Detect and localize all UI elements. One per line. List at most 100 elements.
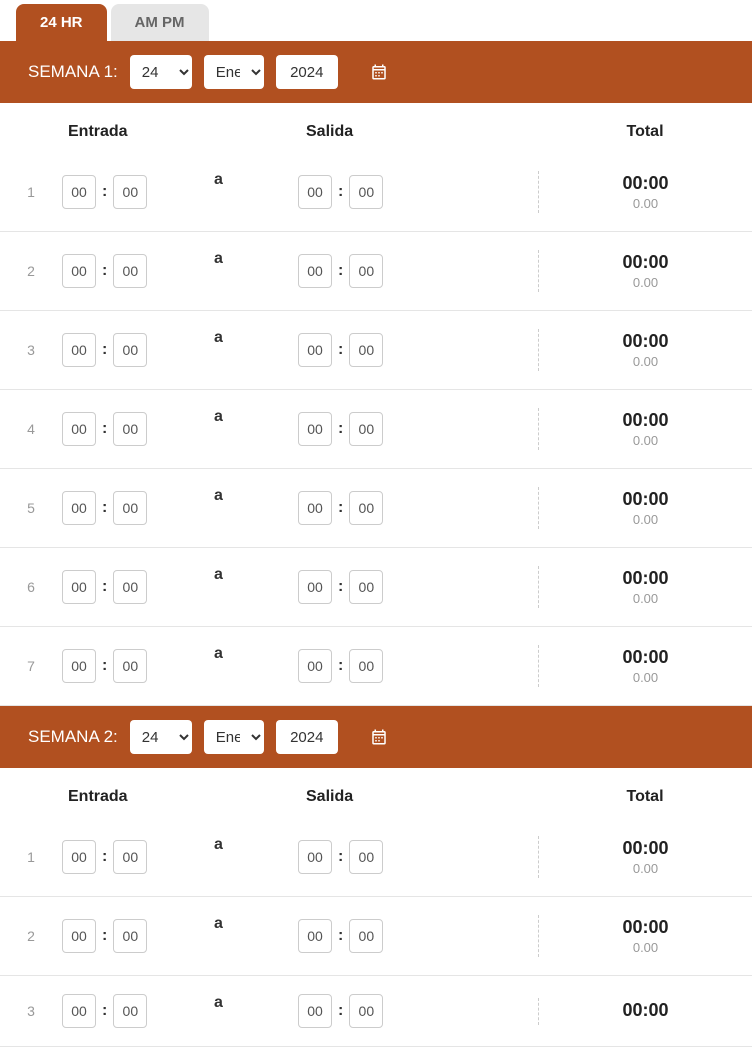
- salida-min[interactable]: [349, 175, 383, 209]
- total-time: 00:00: [539, 252, 752, 273]
- time-row: 6:a:00:000.00: [0, 548, 752, 627]
- month-select[interactable]: Enero: [204, 55, 264, 89]
- salida-group: :: [298, 840, 538, 874]
- total-decimal: 0.00: [539, 512, 752, 527]
- total-cell: 00:00 0.00: [538, 408, 752, 450]
- entrada-hour[interactable]: [62, 333, 96, 367]
- a-separator: a: [214, 250, 298, 268]
- row-number: 3: [0, 342, 62, 358]
- entrada-min[interactable]: [113, 254, 147, 288]
- entrada-min[interactable]: [113, 333, 147, 367]
- entrada-hour[interactable]: [62, 491, 96, 525]
- salida-hour[interactable]: [298, 254, 332, 288]
- entrada-hour[interactable]: [62, 919, 96, 953]
- calendar-icon[interactable]: [370, 63, 388, 81]
- salida-hour[interactable]: [298, 840, 332, 874]
- total-decimal: 0.00: [539, 861, 752, 876]
- entrada-min[interactable]: [113, 994, 147, 1028]
- a-separator: a: [214, 408, 298, 426]
- row-number: 3: [0, 1003, 62, 1019]
- salida-min[interactable]: [349, 412, 383, 446]
- column-headers: Entrada SalidaTotal: [0, 103, 752, 153]
- header-entrada: Entrada: [62, 123, 214, 141]
- salida-group: :: [298, 412, 538, 446]
- time-row: 2:a:00:000.00: [0, 897, 752, 976]
- salida-group: :: [298, 649, 538, 683]
- tab-ampm[interactable]: AM PM: [111, 4, 209, 41]
- entrada-hour[interactable]: [62, 649, 96, 683]
- total-cell: 00:000.00: [538, 171, 752, 213]
- a-separator: a: [214, 994, 298, 1012]
- salida-min[interactable]: [349, 994, 383, 1028]
- calendar-icon[interactable]: [370, 728, 388, 746]
- total-cell: 00:000.00: [538, 645, 752, 687]
- salida-min[interactable]: [349, 333, 383, 367]
- header-salida: Salida: [298, 123, 538, 141]
- week-label: SEMANA 2:: [28, 727, 118, 747]
- row-number: 5: [0, 500, 62, 516]
- entrada-min[interactable]: [113, 175, 147, 209]
- salida-min[interactable]: [349, 649, 383, 683]
- salida-group: :: [298, 919, 538, 953]
- week-bar: SEMANA 2: 24 Enero: [0, 706, 752, 768]
- salida-hour[interactable]: [298, 994, 332, 1028]
- entrada-min[interactable]: [113, 840, 147, 874]
- entrada-min[interactable]: [113, 412, 147, 446]
- salida-hour[interactable]: [298, 333, 332, 367]
- salida-hour[interactable]: [298, 491, 332, 525]
- entrada-group: :: [62, 994, 214, 1028]
- salida-hour[interactable]: [298, 570, 332, 604]
- header-total: Total: [538, 788, 752, 806]
- total-time: 00:00: [539, 647, 752, 668]
- salida-min[interactable]: [349, 570, 383, 604]
- total-time: 00:00: [539, 489, 752, 510]
- total-cell: 00:000.00: [538, 329, 752, 371]
- week-bar: SEMANA 1:24Enero: [0, 41, 752, 103]
- entrada-group: :: [62, 491, 214, 525]
- total-decimal: 0.00: [539, 433, 752, 448]
- entrada-group: :: [62, 840, 214, 874]
- entrada-min[interactable]: [113, 649, 147, 683]
- day-select[interactable]: 24: [130, 55, 192, 89]
- tab-24hr[interactable]: 24 HR: [16, 4, 107, 41]
- salida-hour[interactable]: [298, 412, 332, 446]
- total-time: 00:00: [539, 1000, 752, 1021]
- header-total: Total: [538, 123, 752, 141]
- total-time: 00:00: [539, 410, 752, 431]
- a-separator: a: [214, 329, 298, 347]
- salida-min[interactable]: [349, 254, 383, 288]
- month-select[interactable]: Enero: [204, 720, 264, 754]
- entrada-min[interactable]: [113, 570, 147, 604]
- entrada-hour[interactable]: [62, 994, 96, 1028]
- entrada-min[interactable]: [113, 919, 147, 953]
- salida-hour[interactable]: [298, 919, 332, 953]
- salida-min[interactable]: [349, 840, 383, 874]
- entrada-hour[interactable]: [62, 412, 96, 446]
- row-number: 4: [0, 421, 62, 437]
- year-input[interactable]: [276, 55, 338, 89]
- time-row: 4:a:00:000.00: [0, 390, 752, 469]
- entrada-hour[interactable]: [62, 840, 96, 874]
- total-time: 00:00: [539, 173, 752, 194]
- row-number: 1: [0, 184, 62, 200]
- salida-group: :: [298, 994, 538, 1028]
- entrada-min[interactable]: [113, 491, 147, 525]
- row-number: 2: [0, 928, 62, 944]
- salida-hour[interactable]: [298, 649, 332, 683]
- a-separator: a: [214, 645, 298, 663]
- entrada-hour[interactable]: [62, 175, 96, 209]
- entrada-hour[interactable]: [62, 254, 96, 288]
- row-number: 1: [0, 849, 62, 865]
- time-row: 1:a:00:000.00: [0, 818, 752, 897]
- total-time: 00:00: [539, 568, 752, 589]
- entrada-group: :: [62, 333, 214, 367]
- salida-min[interactable]: [349, 919, 383, 953]
- entrada-group: :: [62, 649, 214, 683]
- salida-group: :: [298, 333, 538, 367]
- salida-min[interactable]: [349, 491, 383, 525]
- entrada-hour[interactable]: [62, 570, 96, 604]
- day-select[interactable]: 24: [130, 720, 192, 754]
- total-time: 00:00: [539, 331, 752, 352]
- salida-hour[interactable]: [298, 175, 332, 209]
- year-input[interactable]: [276, 720, 338, 754]
